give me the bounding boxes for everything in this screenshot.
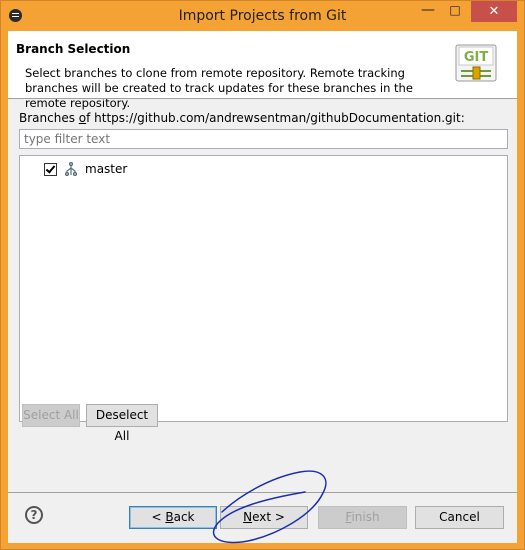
cancel-button[interactable]: Cancel — [415, 506, 504, 529]
next-button[interactable]: Next > — [220, 506, 308, 529]
header-divider — [8, 98, 517, 99]
branch-item-master[interactable]: master — [44, 161, 127, 177]
branch-icon — [65, 161, 77, 176]
deselect-all-button[interactable]: Deselect All — [86, 404, 158, 443]
minimize-button[interactable]: — — [415, 1, 441, 22]
page-title: Branch Selection — [16, 42, 131, 56]
finish-button[interactable]: Finish — [318, 506, 407, 529]
footer-divider — [8, 492, 517, 493]
dialog-client-area: Branch Selection Select branches to clon… — [8, 31, 517, 543]
branch-filter-input[interactable] — [19, 129, 508, 149]
branch-label: master — [85, 162, 128, 176]
branch-checkbox[interactable] — [44, 162, 57, 176]
git-logo-icon: GIT — [455, 44, 497, 82]
page-description: Select branches to clone from remote rep… — [25, 66, 413, 110]
git-logo-text: GIT — [464, 50, 489, 65]
dialog-window: Import Projects from Git — □ ✕ Branch Se… — [0, 0, 525, 550]
help-icon[interactable]: ? — [25, 506, 43, 524]
back-button[interactable]: < Back — [129, 506, 217, 529]
title-bar[interactable]: Import Projects from Git — □ ✕ — [1, 1, 524, 31]
maximize-button[interactable]: □ — [442, 1, 468, 22]
wizard-header: Branch Selection Select branches to clon… — [8, 31, 517, 110]
branch-list[interactable]: master — [19, 155, 508, 422]
select-all-button[interactable]: Select All — [22, 404, 80, 427]
close-button[interactable]: ✕ — [471, 1, 517, 22]
branches-label: Branches of https://github.com/andrewsen… — [19, 111, 465, 125]
